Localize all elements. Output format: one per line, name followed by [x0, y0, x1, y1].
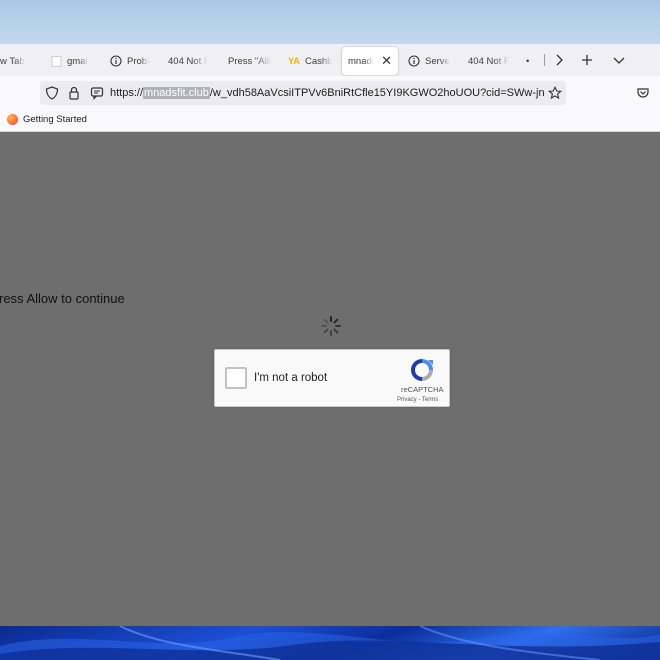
tab-label: gmai	[67, 55, 88, 67]
recaptcha-logo-icon	[411, 359, 433, 381]
tab-label: Probl	[127, 55, 150, 67]
info-icon	[408, 55, 420, 67]
tab-new-tab[interactable]: w Tab	[0, 47, 40, 75]
recaptcha-widget: I'm not a robot reCAPTCHA Privacy - Term…	[214, 349, 450, 407]
tab-divider	[544, 54, 545, 66]
tab-label: Press "Allo	[228, 55, 272, 67]
recaptcha-checkbox[interactable]	[225, 367, 247, 389]
lock-icon[interactable]	[66, 85, 82, 101]
bookmark-label: Getting Started	[23, 114, 87, 125]
permissions-notification-icon[interactable]	[89, 85, 105, 101]
links-separator: -	[418, 397, 421, 403]
tab-label: Cashb	[305, 55, 332, 67]
list-all-tabs-chevron-down-icon[interactable]	[609, 50, 629, 70]
press-allow-message: ress Allow to continue	[0, 291, 125, 306]
tab-label: mnadsf	[348, 55, 374, 67]
tab-label: •	[526, 55, 530, 67]
recaptcha-links: Privacy - Terms	[397, 397, 438, 403]
tab-404-b[interactable]: 404 Not F	[462, 47, 516, 75]
recaptcha-label: I'm not a robot	[254, 372, 328, 384]
info-icon	[110, 55, 122, 67]
navigation-toolbar: https://mnadsfit.club/w_vdh58AaVcsiITPVv…	[0, 76, 660, 110]
url-text[interactable]: https://mnadsfit.club/w_vdh58AaVcsiITPVv…	[110, 87, 544, 99]
url-path: /w_vdh58AaVcsiITPVv6BniRtCfle15YI9KGWO2h…	[209, 87, 544, 99]
tab-404-a[interactable]: 404 Not F	[162, 47, 214, 75]
firefox-icon	[7, 114, 18, 125]
terms-link[interactable]: Terms	[422, 397, 438, 403]
tab-mnadsfit-active[interactable]: mnadsf ✕	[342, 47, 398, 75]
recaptcha-brand: reCAPTCHA	[401, 385, 444, 394]
pocket-icon[interactable]	[635, 85, 651, 101]
privacy-link[interactable]: Privacy	[397, 397, 417, 403]
bookmark-getting-started[interactable]: Getting Started	[7, 114, 87, 125]
tab-press-allow[interactable]: Press "Allo	[222, 47, 278, 75]
scroll-tabs-right-icon[interactable]	[549, 50, 569, 70]
tab-server[interactable]: Serve	[402, 47, 458, 75]
url-prefix: https://	[110, 87, 144, 99]
tab-label: 404 Not F	[168, 55, 208, 67]
new-tab-plus-icon[interactable]	[577, 50, 597, 70]
blank-page-icon	[50, 55, 62, 67]
tab-cashback[interactable]: YA Cashb	[282, 47, 338, 75]
tracking-protection-shield-icon[interactable]	[44, 85, 60, 101]
close-icon[interactable]: ✕	[381, 53, 392, 69]
tab-gmail[interactable]: gmai	[44, 47, 96, 75]
bookmarks-toolbar: Getting Started	[0, 110, 660, 132]
url-host-highlighted: mnadsfit.club	[143, 87, 210, 99]
desktop-wallpaper-top	[0, 0, 660, 44]
desktop-wallpaper-bottom	[0, 626, 660, 660]
loading-spinner-icon	[321, 316, 341, 336]
ya-icon: YA	[288, 56, 300, 66]
tab-label: w Tab	[0, 55, 25, 67]
tab-label: Serve	[425, 55, 450, 67]
bookmark-star-icon[interactable]	[547, 85, 563, 101]
tab-problem[interactable]: Probl	[104, 47, 158, 75]
page-content: ress Allow to continue I'm not a robot r…	[0, 132, 660, 626]
tab-label: 404 Not F	[468, 55, 510, 67]
tab-overflow[interactable]: •	[520, 47, 544, 75]
